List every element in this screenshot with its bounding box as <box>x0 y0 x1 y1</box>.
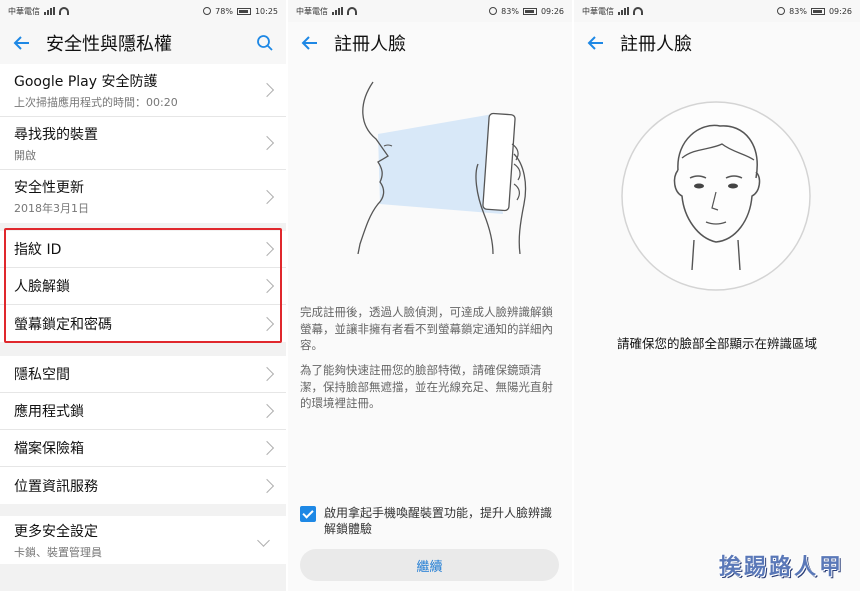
settings-item-title: 更多安全設定 <box>14 523 98 540</box>
description-paragraph-1: 完成註冊後，透過人臉偵測，可達成人臉辨識解鎖螢幕，並讓非擁有者看不到螢幕鎖定通知… <box>300 305 553 353</box>
clock: 09:26 <box>540 6 564 16</box>
chevron-right-icon <box>259 403 275 419</box>
wifi-icon <box>633 7 643 15</box>
settings-item-subtitle: 上次掃描應用程式的時間：00:20 <box>14 95 178 109</box>
battery-percent: 83% <box>789 6 807 16</box>
app-bar: 安全性與隱私權 <box>0 22 286 64</box>
battery-percent: 83% <box>501 6 519 16</box>
battery-percent: 78% <box>215 6 233 16</box>
settings-item-subtitle: 卡鎖、裝置管理員 <box>14 545 102 559</box>
register-face-scan-screen: 中華電信 83% 09:26 註冊人臉 請確保您的臉部全部顯示在辨識區域 挨踢路… <box>574 0 860 591</box>
battery-icon <box>810 7 825 15</box>
battery-icon <box>522 7 537 15</box>
settings-item-private-space[interactable]: 隱私空間 <box>0 356 286 393</box>
settings-item-title: 安全性更新 <box>14 180 84 196</box>
carrier-label: 中華電信 <box>8 6 40 16</box>
back-arrow-icon[interactable] <box>300 33 320 53</box>
watermark: 挨踢路人甲 <box>718 554 844 580</box>
alarm-icon <box>203 7 212 15</box>
chevron-right-icon <box>259 135 275 151</box>
instruction-text: 請確保您的臉部全部顯示在辨識區域 <box>616 336 817 351</box>
settings-group-more: 更多安全設定 卡鎖、裝置管理員 <box>0 516 286 564</box>
battery-icon <box>236 7 251 15</box>
settings-item-find-my-device[interactable]: 尋找我的裝置 開啟 <box>0 117 286 170</box>
face-scan-illustration <box>357 81 527 254</box>
settings-item-title: 應用程式鎖 <box>14 404 84 420</box>
description: 完成註冊後，透過人臉偵測，可達成人臉辨識解鎖螢幕，並讓非擁有者看不到螢幕鎖定通知… <box>288 304 572 412</box>
register-face-intro-screen: 中華電信 83% 09:26 註冊人臉 完成註冊後，透過人臉偵測，可達成人臉辨識… <box>288 0 572 591</box>
back-arrow-icon[interactable] <box>586 33 606 53</box>
status-bar: 中華電信 78% 10:25 <box>0 0 286 22</box>
chevron-right-icon <box>259 440 275 456</box>
settings-item-title: 位置資訊服務 <box>14 478 98 495</box>
settings-item-title: 檔案保險箱 <box>14 441 84 457</box>
chevron-right-icon <box>259 316 275 331</box>
settings-item-title: 螢幕鎖定和密碼 <box>14 316 112 333</box>
settings-item-screen-lock-password[interactable]: 螢幕鎖定和密碼 <box>0 305 286 342</box>
signal-icon <box>44 7 55 15</box>
page-title: 註冊人臉 <box>620 34 692 55</box>
description-paragraph-2: 為了能夠快速註冊您的臉部特徵，請確保鏡頭清潔，保持臉部無遮擋，並在光線充足、無陽… <box>300 363 553 411</box>
settings-item-more-security[interactable]: 更多安全設定 卡鎖、裝置管理員 <box>0 516 286 564</box>
settings-item-title: 隱私空間 <box>14 367 70 383</box>
alarm-icon <box>777 7 786 15</box>
clock: 09:26 <box>828 6 852 16</box>
settings-group-privacy: 隱私空間 應用程式鎖 檔案保險箱 位置資訊服務 <box>0 356 286 504</box>
chevron-right-icon <box>259 189 275 204</box>
alarm-icon <box>489 7 498 15</box>
continue-button[interactable]: 繼續 <box>300 549 559 581</box>
settings-item-app-lock[interactable]: 應用程式鎖 <box>0 393 286 430</box>
settings-item-subtitle: 2018年3月1日 <box>14 202 89 215</box>
chevron-right-icon <box>259 278 275 294</box>
carrier-label: 中華電信 <box>582 6 614 16</box>
wifi-icon <box>347 7 357 15</box>
app-bar: 註冊人臉 <box>288 22 572 64</box>
carrier-label: 中華電信 <box>296 6 328 16</box>
settings-item-title: 人臉解鎖 <box>14 279 70 295</box>
status-bar: 中華電信 83% 09:26 <box>288 0 572 22</box>
search-icon[interactable] <box>256 34 274 52</box>
settings-item-security-update[interactable]: 安全性更新 2018年3月1日 <box>0 170 286 223</box>
settings-group-status: Google Play 安全防護上次掃描應用程式的時間：00:20 尋找我的裝置… <box>0 64 286 223</box>
face-outline-illustration <box>621 101 811 291</box>
chevron-right-icon <box>259 366 275 382</box>
face-recognition-area <box>620 100 812 292</box>
security-privacy-screen: 中華電信 78% 10:25 安全性與隱私權 Google Play 安全防護上… <box>0 0 286 591</box>
settings-item-title: Google Play 安全防護 <box>14 73 158 90</box>
lift-to-wake-option[interactable]: 啟用拿起手機喚醒裝置功能，提升人臉辨識解鎖體驗 <box>300 505 560 537</box>
settings-group-unlock: 指紋 ID 人臉解鎖 螢幕鎖定和密碼 <box>0 231 286 342</box>
settings-item-subtitle: 開啟 <box>14 148 36 162</box>
settings-item-google-play-protect[interactable]: Google Play 安全防護上次掃描應用程式的時間：00:20 <box>0 64 286 117</box>
chevron-right-icon <box>259 478 275 493</box>
chevron-down-icon <box>257 533 270 547</box>
status-bar: 中華電信 83% 09:26 <box>574 0 860 22</box>
settings-item-fingerprint-id[interactable]: 指紋 ID <box>0 231 286 268</box>
back-arrow-icon[interactable] <box>12 33 32 53</box>
signal-icon <box>618 7 629 15</box>
chevron-right-icon <box>259 241 275 257</box>
app-bar: 註冊人臉 <box>574 22 860 64</box>
settings-item-title: 尋找我的裝置 <box>14 126 98 143</box>
settings-item-face-unlock[interactable]: 人臉解鎖 <box>0 268 286 305</box>
page-title: 註冊人臉 <box>334 34 406 55</box>
lift-to-wake-checkbox[interactable] <box>300 506 316 522</box>
clock: 10:25 <box>254 6 278 16</box>
settings-item-file-safe[interactable]: 檔案保險箱 <box>0 430 286 467</box>
lift-to-wake-label: 啟用拿起手機喚醒裝置功能，提升人臉辨識解鎖體驗 <box>324 506 553 537</box>
wifi-icon <box>59 7 69 15</box>
page-title: 安全性與隱私權 <box>46 34 172 55</box>
settings-item-title: 指紋 ID <box>14 242 62 258</box>
chevron-right-icon <box>259 82 275 98</box>
signal-icon <box>332 7 343 15</box>
settings-item-location-services[interactable]: 位置資訊服務 <box>0 467 286 504</box>
